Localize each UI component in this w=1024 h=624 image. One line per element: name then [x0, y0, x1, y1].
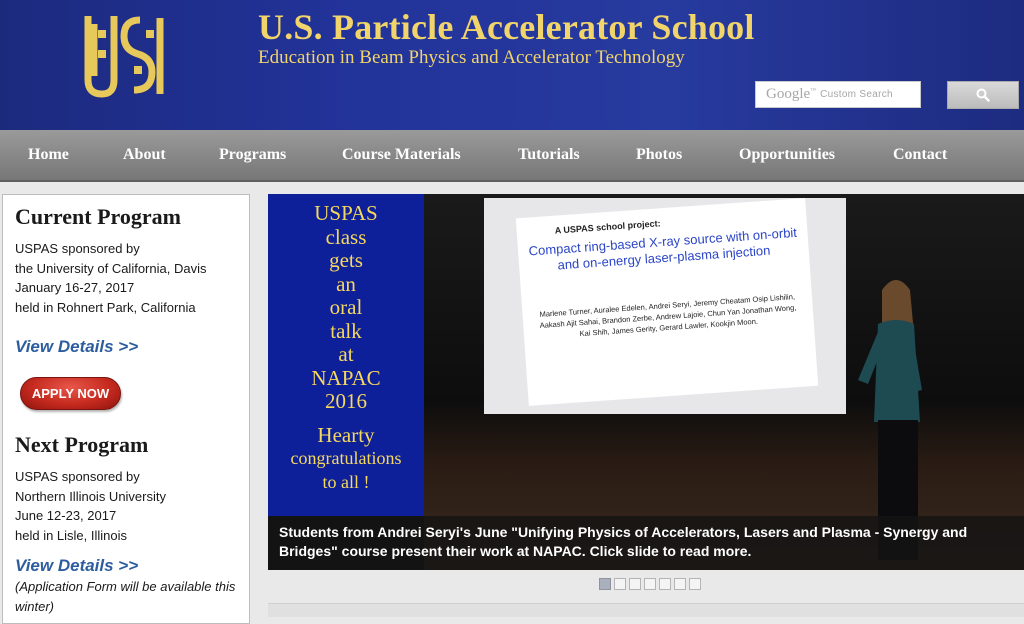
search-input[interactable]: Google™ Custom Search	[755, 81, 921, 108]
next-dates: June 12-23, 2017	[15, 508, 117, 523]
conference-photo: A USPAS school project: Compact ring-bas…	[424, 194, 1024, 570]
nav-opportunities[interactable]: Opportunities	[739, 130, 835, 180]
nav-about[interactable]: About	[123, 130, 166, 180]
next-program-heading: Next Program	[15, 432, 149, 457]
slide-content: A USPAS school project: Compact ring-bas…	[515, 198, 819, 406]
panel-line: at	[338, 342, 354, 366]
site-header: U.S. Particle Accelerator School Educati…	[0, 0, 1024, 130]
slide-dot-2[interactable]	[614, 578, 626, 590]
next-program-details: USPAS sponsored by Northern Illinois Uni…	[15, 467, 247, 545]
current-sponsor: the University of California, Davis	[15, 260, 207, 276]
projection-screen: A USPAS school project: Compact ring-bas…	[484, 198, 846, 414]
panel-line: an	[336, 271, 356, 296]
google-brand: Google™	[766, 86, 817, 102]
screen-heading: A USPAS school project:	[554, 218, 661, 236]
current-sponsor-label: USPAS sponsored by	[15, 241, 140, 256]
panel-line: NAPAC	[311, 365, 381, 390]
slide-dot-4[interactable]	[644, 578, 656, 590]
current-program-heading: Current Program	[15, 204, 181, 229]
panel-line: talk	[330, 318, 362, 343]
congratulations-panel: USPAS class gets an oral talk at NAPAC 2…	[268, 194, 424, 516]
current-view-details-link[interactable]: View Details >>	[15, 337, 138, 357]
panel-line: USPAS	[314, 201, 378, 225]
current-location: held in Rohnert Park, California	[15, 299, 196, 315]
nav-programs[interactable]: Programs	[219, 130, 286, 180]
slide-dot-5[interactable]	[659, 578, 671, 590]
uspas-logo[interactable]	[80, 10, 174, 102]
panel-line: class	[325, 224, 367, 249]
panel-line: gets	[329, 248, 363, 272]
search-button[interactable]	[947, 81, 1019, 109]
screen-authors: Marlene Turner, Auralee Edelen, Andrei S…	[539, 292, 797, 339]
slide-dot-3[interactable]	[629, 578, 641, 590]
site-title: U.S. Particle Accelerator School	[258, 7, 755, 47]
application-note: (Application Form will be available this…	[15, 579, 236, 614]
slide-dot-6[interactable]	[674, 578, 686, 590]
slide-pagination	[599, 578, 701, 590]
slide-caption-text: Students from Andrei Seryi's June "Unify…	[279, 524, 968, 559]
nav-contact[interactable]: Contact	[893, 130, 947, 180]
panel-line: oral	[329, 295, 363, 319]
program-sidebar: Current Program USPAS sponsored by the U…	[2, 194, 250, 624]
next-sponsor-label: USPAS sponsored by	[15, 469, 140, 484]
site-subtitle: Education in Beam Physics and Accelerato…	[258, 47, 685, 68]
current-program-details: USPAS sponsored by the University of Cal…	[15, 239, 247, 317]
next-view-details-link[interactable]: View Details >>	[15, 556, 138, 576]
featured-slide[interactable]: USPAS class gets an oral talk at NAPAC 2…	[268, 194, 1024, 570]
search-placeholder: Custom Search	[820, 89, 893, 100]
apply-now-button[interactable]: APPLY NOW	[20, 377, 121, 410]
panel-line: Hearty	[317, 422, 375, 447]
panel-line: to all !	[322, 471, 370, 492]
nav-tutorials[interactable]: Tutorials	[518, 130, 580, 180]
search-icon	[976, 88, 990, 102]
slide-caption[interactable]: Students from Andrei Seryi's June "Unify…	[268, 516, 1024, 570]
slide-dot-1[interactable]	[599, 578, 611, 590]
nav-home[interactable]: Home	[28, 130, 69, 180]
congratulations-text: USPAS class gets an oral talk at NAPAC 2…	[268, 201, 424, 494]
content-divider	[268, 603, 1024, 617]
next-location: held in Lisle, Illinois	[15, 527, 128, 543]
current-dates: January 16-27, 2017	[15, 280, 135, 295]
nav-photos[interactable]: Photos	[636, 130, 682, 180]
slide-dot-7[interactable]	[689, 578, 701, 590]
next-sponsor: Northern Illinois University	[15, 488, 166, 504]
nav-course-materials[interactable]: Course Materials	[342, 130, 461, 180]
panel-line: congratulations	[290, 448, 402, 468]
main-nav: Home About Programs Course Materials Tut…	[0, 130, 1024, 182]
panel-line: 2016	[325, 389, 367, 413]
